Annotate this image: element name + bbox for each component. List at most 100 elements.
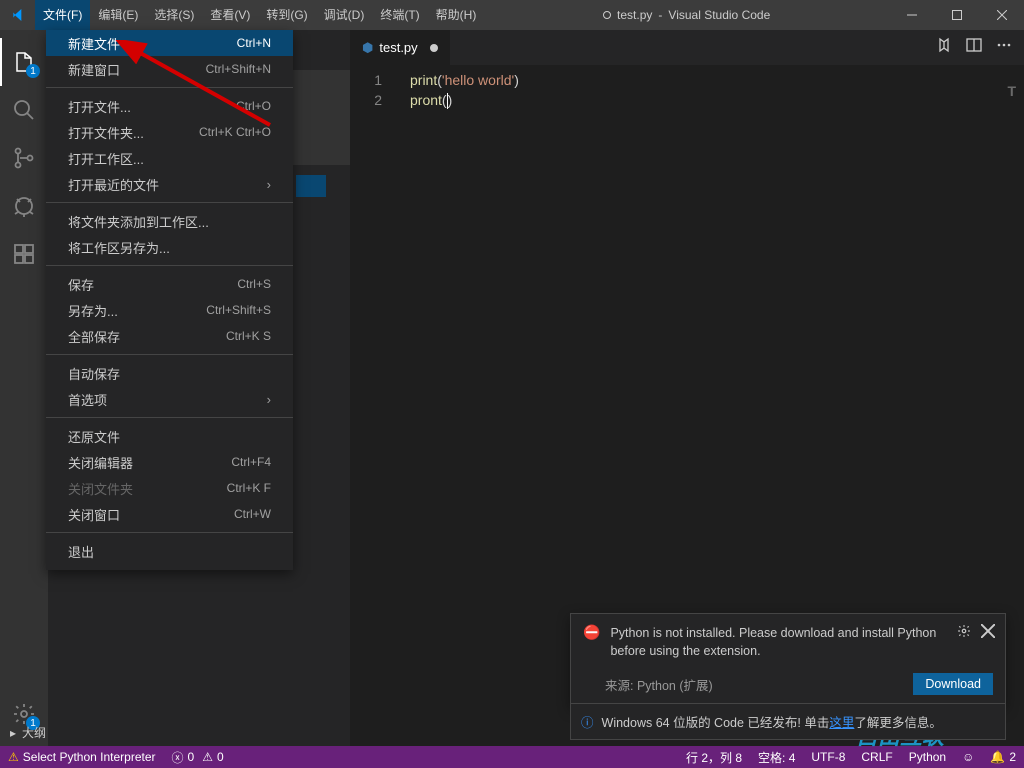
- menu-item-shortcut: Ctrl+W: [234, 507, 271, 521]
- line-number: 1: [350, 70, 400, 90]
- menu-item[interactable]: 新建窗口Ctrl+Shift+N: [46, 56, 293, 82]
- menu-item-label: 另存为...: [68, 301, 118, 320]
- minimize-button[interactable]: [889, 0, 934, 30]
- minimap[interactable]: T: [1007, 83, 1016, 99]
- menu-item-label: 打开最近的文件: [68, 175, 159, 194]
- line-gutter: 1 2: [350, 70, 400, 110]
- menu-file[interactable]: 文件(F): [35, 0, 90, 30]
- status-interpreter[interactable]: ⚠ Select Python Interpreter: [0, 746, 164, 768]
- menu-item-label: 关闭文件夹: [68, 479, 133, 498]
- activity-search[interactable]: [0, 86, 48, 134]
- activity-extensions[interactable]: [0, 230, 48, 278]
- menu-help[interactable]: 帮助(H): [428, 0, 485, 30]
- menu-item-label: 将文件夹添加到工作区...: [68, 212, 209, 231]
- split-editor-icon[interactable]: [966, 37, 982, 58]
- notification-python-not-installed: ⛔ Python is not installed. Please downlo…: [570, 613, 1006, 707]
- menu-item-label: 还原文件: [68, 427, 120, 446]
- status-language[interactable]: Python: [901, 746, 954, 768]
- menu-item-label: 退出: [68, 542, 94, 561]
- menu-item-label: 将工作区另存为...: [68, 238, 170, 257]
- compare-changes-icon[interactable]: [936, 37, 952, 58]
- menu-item[interactable]: 退出: [46, 538, 293, 564]
- window-controls: [889, 0, 1024, 30]
- menu-item[interactable]: 打开文件...Ctrl+O: [46, 93, 293, 119]
- code-content[interactable]: print('hello world') pront(): [410, 70, 519, 110]
- title-filename: test.py: [617, 8, 652, 22]
- status-encoding[interactable]: UTF-8: [803, 746, 853, 768]
- menu-item-label: 首选项: [68, 390, 107, 409]
- menu-terminal[interactable]: 终端(T): [372, 0, 427, 30]
- menu-item[interactable]: 另存为... Ctrl+Shift+S: [46, 297, 293, 323]
- title-sep: -: [658, 8, 662, 22]
- menu-item[interactable]: 新建文件 Ctrl+N: [46, 30, 293, 56]
- menu-item-shortcut: Ctrl+Shift+S: [206, 303, 271, 317]
- warning-icon: ⚠: [8, 750, 19, 764]
- activity-explorer[interactable]: 1: [0, 38, 48, 86]
- title-bar: 文件(F) 编辑(E) 选择(S) 查看(V) 转到(G) 调试(D) 终端(T…: [0, 0, 1024, 30]
- maximize-button[interactable]: [934, 0, 979, 30]
- menu-item[interactable]: 还原文件: [46, 423, 293, 449]
- menu-item-label: 新建文件: [68, 34, 120, 53]
- menu-item-shortcut: Ctrl+K F: [227, 481, 271, 495]
- chevron-right-icon: ▸: [10, 726, 16, 740]
- menu-item-shortcut: Ctrl+F4: [231, 455, 271, 469]
- status-bar: ⚠ Select Python Interpreter ⓧ0 ⚠0 行 2，列 …: [0, 746, 1024, 768]
- menu-edit[interactable]: 编辑(E): [90, 0, 146, 30]
- menu-item-shortcut: Ctrl+O: [236, 99, 271, 113]
- warning-count-icon: ⚠: [202, 750, 213, 764]
- menu-bar: 文件(F) 编辑(E) 选择(S) 查看(V) 转到(G) 调试(D) 终端(T…: [35, 0, 484, 30]
- info-icon: ⓘ: [581, 712, 594, 731]
- menu-debug[interactable]: 调试(D): [316, 0, 373, 30]
- error-count-icon: ⓧ: [172, 749, 184, 766]
- outline-label: 大纲: [22, 724, 46, 741]
- status-eol[interactable]: CRLF: [853, 746, 900, 768]
- code-line-1: print('hello world'): [410, 70, 519, 90]
- menu-item[interactable]: 自动保存: [46, 360, 293, 386]
- sidebar-selected-item[interactable]: [296, 175, 326, 197]
- menu-view[interactable]: 查看(V): [202, 0, 258, 30]
- explorer-badge: 1: [26, 64, 40, 78]
- notification-windows-64: ⓘ Windows 64 位版的 Code 已经发布! 单击这里了解更多信息。: [570, 703, 1006, 740]
- python-file-icon: ⬢: [362, 40, 373, 56]
- menu-item[interactable]: 将工作区另存为...: [46, 234, 293, 260]
- menu-item[interactable]: 打开工作区...: [46, 145, 293, 171]
- menu-select[interactable]: 选择(S): [146, 0, 202, 30]
- error-icon: ⛔: [583, 624, 600, 641]
- menu-go[interactable]: 转到(G): [258, 0, 315, 30]
- menu-item[interactable]: 打开文件夹...Ctrl+K Ctrl+O: [46, 119, 293, 145]
- menu-item[interactable]: 保存Ctrl+S: [46, 271, 293, 297]
- status-problems[interactable]: ⓧ0 ⚠0: [164, 746, 232, 768]
- menu-item[interactable]: 将文件夹添加到工作区...: [46, 208, 293, 234]
- activity-scm[interactable]: [0, 134, 48, 182]
- file-menu-dropdown: 新建文件Ctrl+N新建窗口Ctrl+Shift+N打开文件...Ctrl+O打…: [46, 30, 293, 570]
- more-actions-icon[interactable]: [996, 37, 1012, 58]
- download-button[interactable]: Download: [913, 673, 993, 695]
- status-feedback[interactable]: ☺: [954, 746, 982, 768]
- menu-item-shortcut: Ctrl+N: [237, 36, 271, 50]
- menu-item-label: 关闭编辑器: [68, 453, 133, 472]
- menu-item[interactable]: 关闭窗口Ctrl+W: [46, 501, 293, 527]
- status-line-col[interactable]: 行 2，列 8: [678, 746, 750, 768]
- tab-test-py[interactable]: ⬢ test.py: [350, 30, 450, 65]
- status-notifications[interactable]: 🔔2: [982, 746, 1024, 768]
- status-spaces[interactable]: 空格: 4: [750, 746, 803, 768]
- notification-source: 来源: Python (扩展): [605, 675, 713, 694]
- menu-separator: [46, 202, 293, 203]
- close-button[interactable]: [979, 0, 1024, 30]
- notification2-text: Windows 64 位版的 Code 已经发布! 单击这里了解更多信息。: [602, 712, 942, 731]
- tab-filename: test.py: [379, 40, 417, 55]
- tab-modified-dot-icon: [430, 44, 438, 52]
- menu-item[interactable]: 全部保存Ctrl+K S: [46, 323, 293, 349]
- bell-icon: 🔔: [990, 750, 1005, 764]
- editor-actions: [936, 37, 1024, 58]
- activity-debug[interactable]: [0, 182, 48, 230]
- menu-item[interactable]: 打开最近的文件›: [46, 171, 293, 197]
- gear-icon[interactable]: [957, 624, 971, 641]
- chevron-right-icon: ›: [267, 392, 271, 407]
- menu-item[interactable]: 关闭编辑器 Ctrl+F4: [46, 449, 293, 475]
- close-icon[interactable]: [981, 624, 995, 641]
- menu-separator: [46, 532, 293, 533]
- menu-item: 关闭文件夹 Ctrl+K F: [46, 475, 293, 501]
- menu-item[interactable]: 首选项 ›: [46, 386, 293, 412]
- here-link[interactable]: 这里: [829, 716, 854, 730]
